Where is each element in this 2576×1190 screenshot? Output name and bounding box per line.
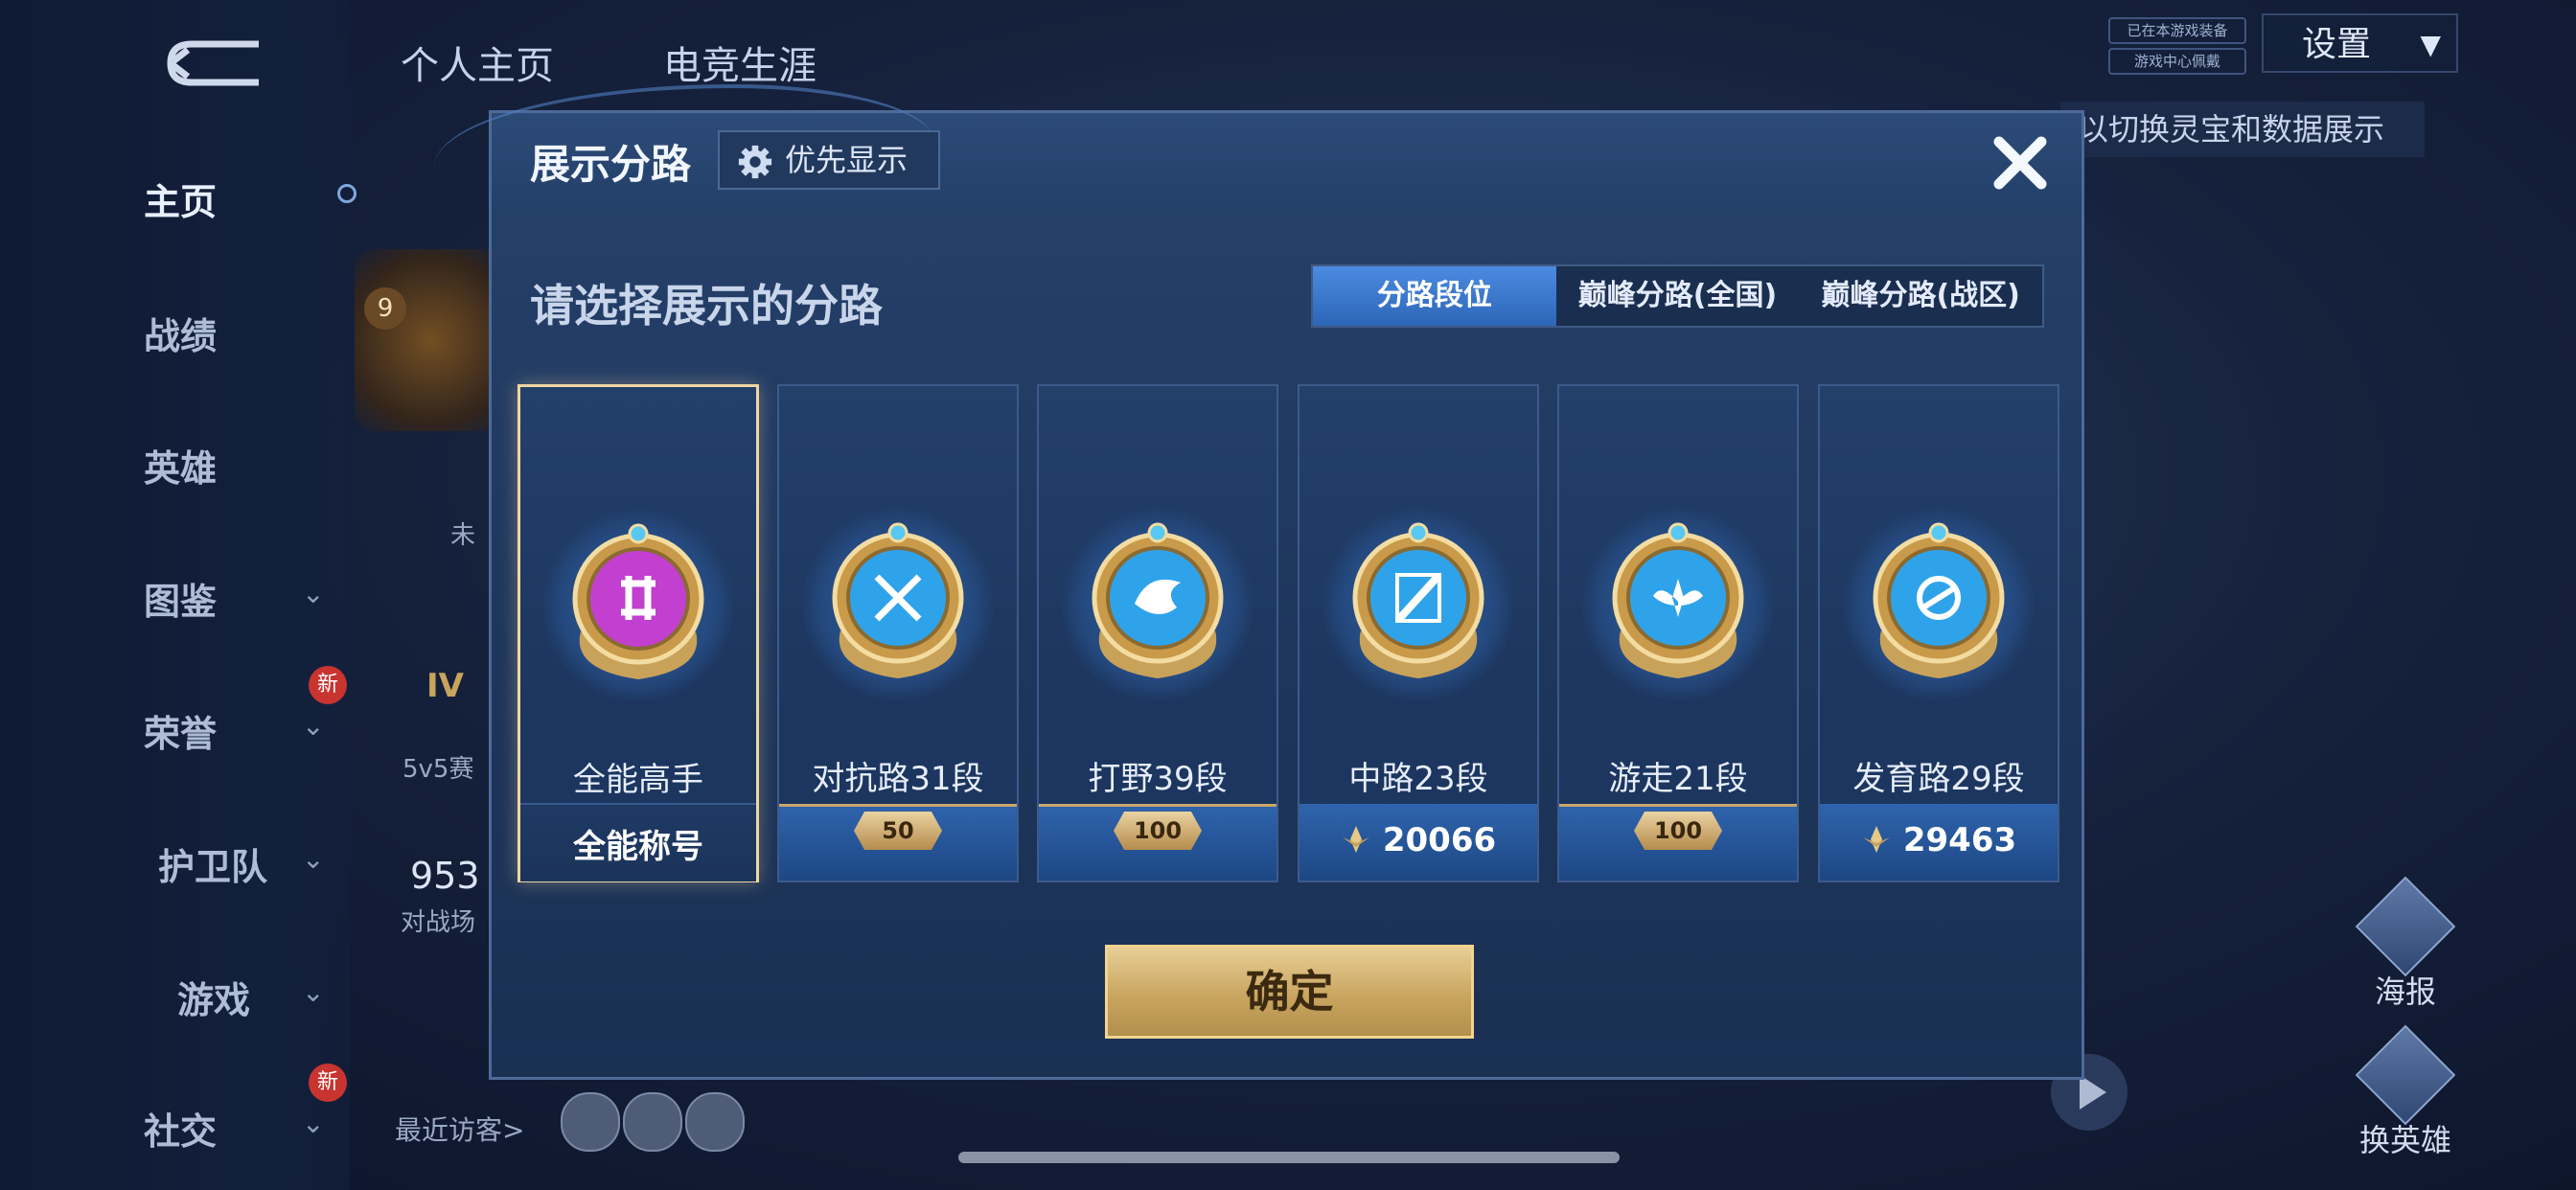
battle-partial: 对战场 bbox=[401, 908, 476, 937]
profile-avatar-frame bbox=[355, 249, 508, 431]
priority-display-button[interactable]: 优先显示 bbox=[718, 130, 940, 190]
new-badge: 新 bbox=[309, 666, 347, 704]
poster-label: 海报 bbox=[2374, 973, 2436, 1010]
rank-star-badge: 50 bbox=[854, 812, 942, 850]
bow-emblem-icon bbox=[1862, 515, 2015, 683]
active-indicator bbox=[337, 184, 356, 203]
chevron-down-icon: ⌄ bbox=[302, 976, 325, 1008]
sidebar-item[interactable]: 战绩 bbox=[144, 307, 217, 359]
lane-name: 游走21段 bbox=[1608, 760, 1748, 798]
switch-hint: 以切换灵宝和数据展示 bbox=[2060, 102, 2425, 157]
sidebar-item[interactable]: 游戏 bbox=[177, 971, 250, 1023]
lane-name: 对抗路31段 bbox=[812, 760, 984, 798]
change-hero-icon bbox=[2355, 1024, 2456, 1126]
equipped-badge: 已在本游戏装备 bbox=[2108, 17, 2246, 44]
lane-card[interactable]: 发育路29段 29463 bbox=[1818, 384, 2059, 882]
lane-tabs: 分路段位 巅峰分路(全国) 巅峰分路(战区) bbox=[1311, 264, 2044, 328]
peak-points-icon bbox=[1341, 824, 1371, 855]
visitor-avatar[interactable] bbox=[561, 1092, 620, 1152]
lane-card[interactable]: 对抗路31段 50 bbox=[777, 384, 1019, 882]
tab-peak-national[interactable]: 巅峰分路(全国) bbox=[1556, 266, 1800, 326]
new-badge: 新 bbox=[309, 1064, 347, 1102]
confirm-button[interactable]: 确定 bbox=[1105, 945, 1474, 1039]
chevron-down-icon: ⌄ bbox=[302, 710, 325, 742]
lane-footer: 全能称号 bbox=[520, 803, 756, 881]
wings-emblem-icon bbox=[1601, 515, 1755, 683]
chevron-down-icon: ⌄ bbox=[302, 1108, 325, 1139]
dialog-header: 展示分路 优先显示 bbox=[434, 84, 2082, 209]
sidebar-item[interactable]: 图鉴 bbox=[144, 572, 217, 625]
peak-points: 20066 bbox=[1300, 821, 1537, 859]
lane-footer: 100 bbox=[1039, 804, 1276, 881]
sidebar-item[interactable]: 英雄 bbox=[144, 439, 217, 492]
tab-lane-rank[interactable]: 分路段位 bbox=[1313, 266, 1556, 326]
visitor-avatar[interactable] bbox=[685, 1092, 745, 1152]
settings-dropdown[interactable]: 设置 ▼ bbox=[2262, 13, 2458, 73]
settings-label: 设置 bbox=[2302, 25, 2372, 64]
gear-icon bbox=[738, 145, 772, 179]
lane-footer: 50 bbox=[779, 804, 1017, 881]
chevron-down-icon: ⌄ bbox=[302, 843, 325, 875]
poster-button[interactable]: 海报 bbox=[2343, 876, 2468, 1012]
lane-display-dialog: 展示分路 优先显示 请选择展示的分路 分路段位 巅峰分路(全国) 巅峰分路(战区… bbox=[434, 84, 2084, 1080]
sidebar-item[interactable]: 护卫队 bbox=[158, 837, 267, 890]
level-badge: 9 bbox=[364, 287, 406, 330]
tier-text: IV bbox=[426, 667, 464, 705]
lane-footer: 20066 bbox=[1300, 804, 1537, 881]
all-round-emblem-icon bbox=[562, 516, 715, 684]
recent-visitors-link[interactable]: 最近访客> bbox=[395, 1110, 524, 1148]
season-text: 5v5赛 bbox=[402, 755, 474, 784]
lane-card[interactable]: 游走21段 100 bbox=[1557, 384, 1799, 882]
game-center-badge: 游戏中心佩戴 bbox=[2108, 48, 2246, 75]
change-hero-label: 换英雄 bbox=[2358, 1122, 2451, 1158]
footer-value: 全能称号 bbox=[573, 828, 703, 866]
tab-peak-region[interactable]: 巅峰分路(战区) bbox=[1799, 266, 2042, 326]
dragon-emblem-icon bbox=[1081, 515, 1234, 683]
peak-points-icon bbox=[1861, 824, 1892, 855]
lane-name: 发育路29段 bbox=[1852, 760, 2025, 798]
peak-points: 29463 bbox=[1820, 821, 2058, 859]
sidebar-item[interactable]: 荣誉 bbox=[144, 704, 217, 757]
dialog-subtitle: 请选择展示的分路 bbox=[530, 280, 883, 332]
lane-card[interactable]: 全能高手 全能称号 bbox=[518, 384, 759, 882]
crossed-swords-emblem-icon bbox=[821, 515, 975, 683]
footer-value: 20066 bbox=[1382, 821, 1497, 859]
home-indicator bbox=[958, 1152, 1620, 1163]
priority-display-label: 优先显示 bbox=[785, 142, 908, 178]
change-hero-button[interactable]: 换英雄 bbox=[2343, 1024, 2468, 1160]
close-icon[interactable] bbox=[1982, 125, 2058, 201]
lane-name: 全能高手 bbox=[573, 761, 703, 799]
mid-lane-emblem-icon bbox=[1342, 515, 1495, 683]
tab-personal-home[interactable]: 个人主页 bbox=[401, 34, 554, 90]
sidebar-item[interactable]: 主页 bbox=[144, 172, 217, 225]
lane-card[interactable]: 中路23段 20066 bbox=[1298, 384, 1539, 882]
tab-esports-career[interactable]: 电竞生涯 bbox=[663, 34, 816, 90]
lane-name: 打野39段 bbox=[1088, 760, 1228, 798]
sidebar: 主页 战绩 英雄 图鉴 ⌄ 荣誉 ⌄ 新护卫队 ⌄ 游戏 ⌄ 社交 ⌄ 新 bbox=[0, 0, 356, 1190]
poster-icon bbox=[2355, 876, 2456, 977]
lane-footer: 29463 bbox=[1820, 804, 2058, 881]
chevron-down-icon: ⌄ bbox=[302, 578, 325, 609]
back-arrow-icon[interactable] bbox=[163, 36, 268, 90]
rank-star-badge: 100 bbox=[1634, 812, 1722, 850]
lane-name: 中路23段 bbox=[1348, 760, 1488, 798]
footer-value: 29463 bbox=[1902, 821, 2017, 859]
score-partial: 953 bbox=[410, 855, 480, 897]
visitor-avatar[interactable] bbox=[623, 1092, 682, 1152]
lane-footer: 100 bbox=[1559, 804, 1797, 881]
chevron-down-icon: ▼ bbox=[2420, 29, 2441, 60]
rank-star-badge: 100 bbox=[1114, 812, 1202, 850]
dialog-title: 展示分路 bbox=[530, 141, 692, 188]
unranked-text: 未 bbox=[450, 521, 476, 550]
sidebar-item[interactable]: 社交 bbox=[144, 1102, 217, 1155]
lane-card[interactable]: 打野39段 100 bbox=[1037, 384, 1278, 882]
footer-title: 全能称号 bbox=[520, 820, 756, 867]
